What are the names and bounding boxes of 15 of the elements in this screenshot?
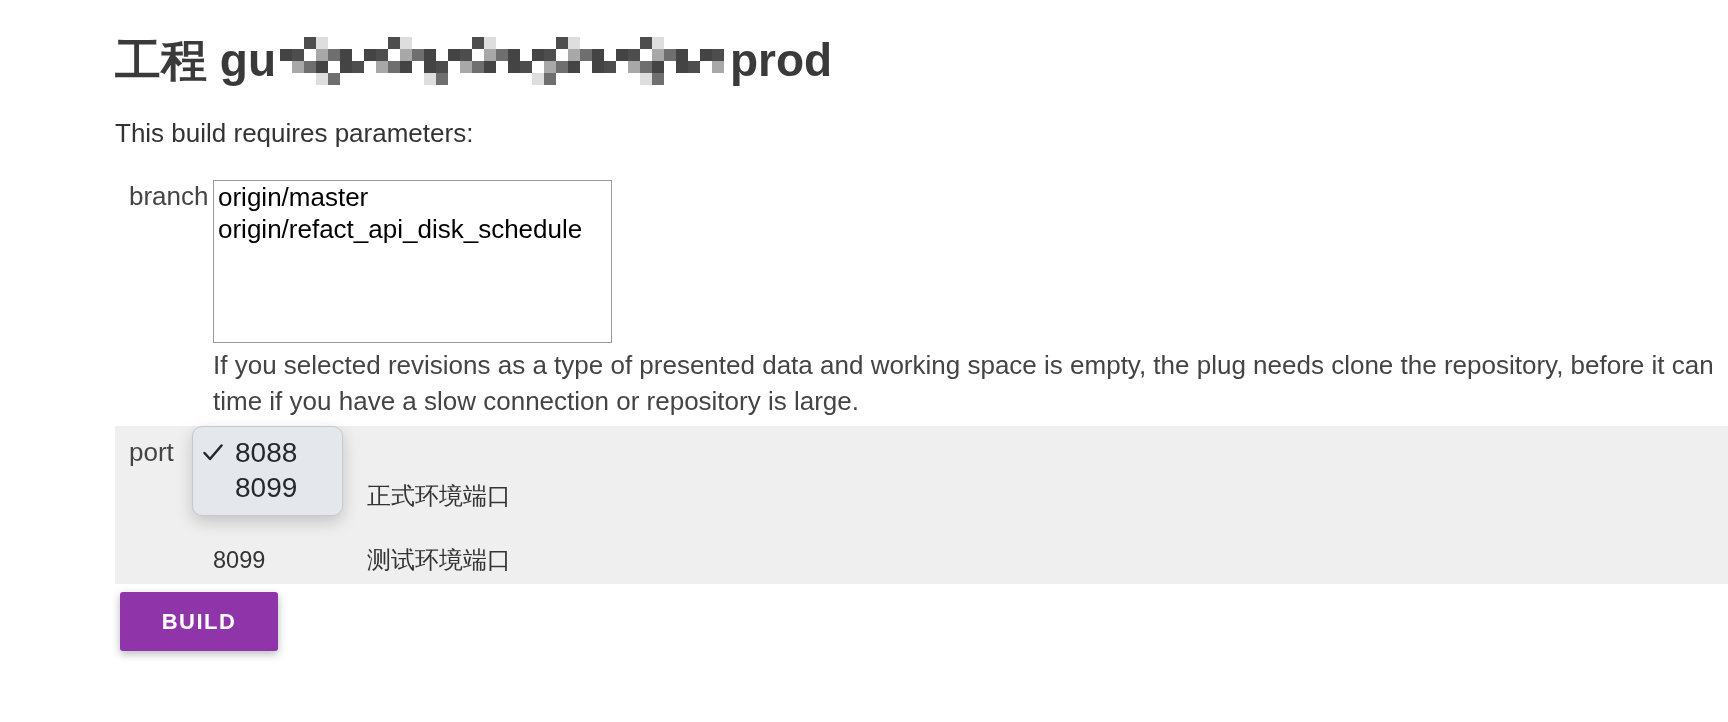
table-cell-text: 测试环境端口 [367,546,511,575]
listbox-option[interactable]: origin/refact_api_disk_schedule [218,213,583,245]
listbox-option[interactable]: origin/master [218,181,369,213]
parameter-label: branch [129,180,209,212]
intro-text: This build requires parameters: [115,117,475,149]
listbox-field[interactable]: origin/master origin/refact_api_disk_schedule [213,180,612,343]
dropdown-option[interactable]: 8088 [193,435,342,470]
page-title: 工程 gu [115,33,276,88]
build-button[interactable]: BUILD [120,592,278,651]
table-cell-text: 正式环境端口 [367,482,511,511]
table-cell-text: 8099 [213,546,266,575]
page-title: prod [730,33,833,88]
help-text: If you selected revisions as a type of presented data and working space is empty, the plug needs clone the repository, before it can time if you have a slow connection or repository is large. [213,349,1715,418]
dropdown-option[interactable]: 8099 [193,470,342,505]
parameter-label: port [129,436,174,468]
